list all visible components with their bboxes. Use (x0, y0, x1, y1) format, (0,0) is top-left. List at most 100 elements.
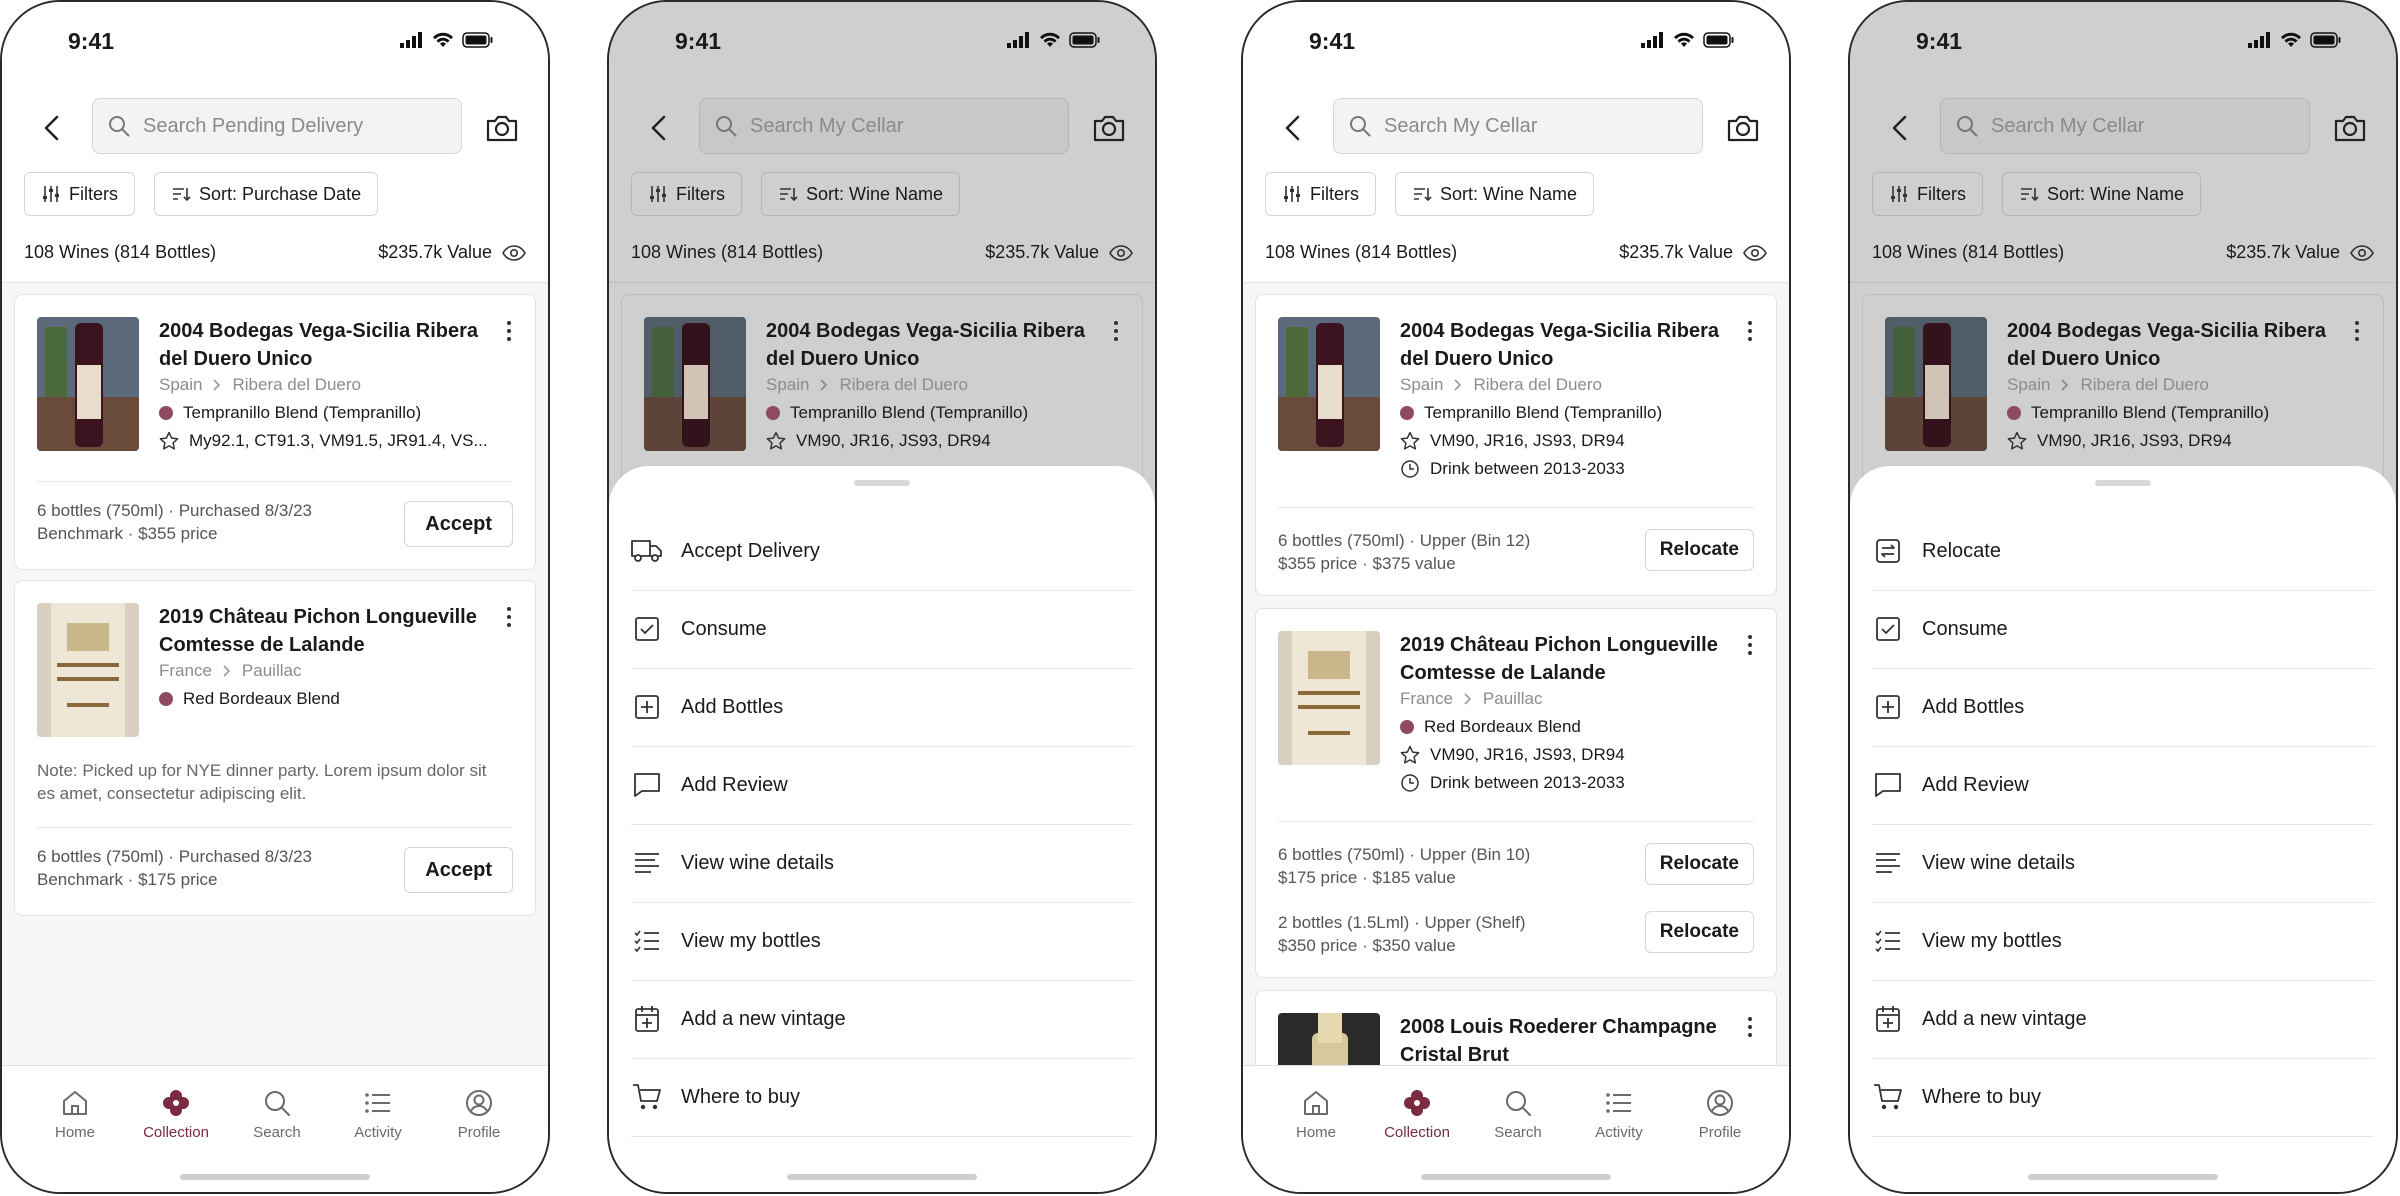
eye-icon[interactable] (502, 244, 526, 262)
menu-view-wine-details[interactable]: View wine details (631, 824, 1133, 903)
sort-icon (173, 188, 191, 202)
activity-icon (365, 1093, 390, 1113)
more-options-icon[interactable] (497, 319, 521, 343)
tab-profile[interactable]: Profile (1675, 1088, 1765, 1141)
tab-home[interactable]: Home (30, 1088, 120, 1141)
camera-button[interactable] (1721, 106, 1765, 150)
tab-home[interactable]: Home (1271, 1088, 1361, 1141)
wine-card[interactable]: 2004 Bodegas Vega-Sicilia Ribera del Due… (1255, 294, 1777, 596)
eye-icon[interactable] (1743, 244, 1767, 262)
accept-button[interactable]: Accept (404, 847, 513, 893)
filters-button[interactable]: Filters (24, 172, 135, 216)
search-input[interactable] (141, 113, 445, 139)
menu-view-wine-details[interactable]: View wine details (1872, 824, 2374, 903)
tab-collection[interactable]: Collection (1372, 1088, 1462, 1141)
sort-button[interactable]: Sort: Wine Name (1395, 172, 1595, 216)
menu-consume[interactable]: Consume (631, 590, 1133, 669)
sliders-icon (650, 186, 666, 202)
tab-label: Activity (1595, 1124, 1643, 1141)
camera-button[interactable] (1087, 106, 1131, 150)
camera-button[interactable] (480, 106, 524, 150)
relocate-button[interactable]: Relocate (1644, 911, 1754, 953)
tab-activity[interactable]: Activity (1574, 1088, 1664, 1141)
wine-country: Spain (2007, 375, 2051, 394)
camera-button[interactable] (2328, 106, 2372, 150)
menu-add-review[interactable]: Add Review (631, 746, 1133, 825)
collection-summary: 108 Wines (814 Bottles) $235.7k Value (1872, 242, 2374, 263)
more-options-icon[interactable] (497, 605, 521, 629)
relocate-button[interactable]: Relocate (1644, 529, 1754, 571)
collection-icon (163, 1090, 189, 1116)
search-icon (1350, 116, 1371, 137)
more-options-icon[interactable] (1104, 319, 1128, 343)
bottle-price: Benchmark · $175 price (37, 870, 218, 889)
sort-button[interactable]: Sort: Wine Name (761, 172, 961, 216)
back-button[interactable] (1878, 106, 1922, 150)
wine-scores: My92.1, CT91.3, VM91.5, JR91.4, VS... (159, 431, 488, 451)
relocate-button[interactable]: Relocate (1644, 843, 1754, 885)
tab-profile[interactable]: Profile (434, 1088, 524, 1141)
menu-add-new-vintage[interactable]: Add a new vintage (631, 980, 1133, 1059)
profile-icon (1707, 1090, 1733, 1116)
tab-search[interactable]: Search (232, 1088, 322, 1141)
more-options-icon[interactable] (1738, 1015, 1762, 1039)
star-icon (159, 431, 179, 450)
bottle-price: $355 price · $375 value (1278, 554, 1456, 573)
sheet-grabber[interactable] (854, 480, 910, 486)
wine-card[interactable]: 2004 Bodegas Vega-Sicilia Ribera del Due… (14, 294, 536, 570)
eye-icon[interactable] (2350, 244, 2374, 262)
accept-button[interactable]: Accept (404, 501, 513, 547)
menu-relocate[interactable]: Relocate (1872, 512, 2374, 591)
back-button[interactable] (1271, 106, 1315, 150)
phone-pending-delivery: 9:41 Filters Sort: Purchase Date 108 Win… (0, 0, 550, 1194)
more-options-icon[interactable] (1738, 633, 1762, 657)
wine-card[interactable]: 2019 Château Pichon Longueville Comtesse… (14, 580, 536, 916)
menu-add-review[interactable]: Add Review (1872, 746, 2374, 825)
search-input[interactable] (1989, 113, 2293, 139)
search-input[interactable] (748, 113, 1052, 139)
more-options-icon[interactable] (2345, 319, 2369, 343)
search-icon (1506, 1091, 1531, 1116)
sort-button[interactable]: Sort: Purchase Date (154, 172, 379, 216)
tab-collection[interactable]: Collection (131, 1088, 221, 1141)
clock-icon (1401, 460, 1419, 478)
status-time: 9:41 (675, 28, 722, 54)
comment-icon (634, 773, 660, 797)
varietal-label: Tempranillo Blend (Tempranillo) (790, 403, 1029, 422)
relocate-icon (1876, 539, 1900, 563)
signal-icon (1641, 32, 1663, 48)
wine-card[interactable]: 2019 Château Pichon Longueville Comtesse… (1255, 608, 1777, 978)
phone-my-cellar: 9:41 Filters Sort: Wine Name 108 Wines (… (1241, 0, 1791, 1194)
home-icon (1304, 1091, 1328, 1115)
tab-label: Search (253, 1124, 301, 1141)
chevron-right-icon (1454, 379, 1462, 391)
sort-label: Sort: Wine Name (2047, 183, 2185, 204)
filters-button[interactable]: Filters (1872, 172, 1983, 216)
back-button[interactable] (30, 106, 74, 150)
filters-button[interactable]: Filters (1265, 172, 1376, 216)
tab-search[interactable]: Search (1473, 1088, 1563, 1141)
filters-button[interactable]: Filters (631, 172, 742, 216)
status-icons (1007, 32, 1101, 48)
menu-add-bottles[interactable]: Add Bottles (1872, 668, 2374, 747)
signal-icon (2248, 32, 2270, 48)
menu-view-my-bottles[interactable]: View my bottles (631, 902, 1133, 981)
camera-icon (1727, 115, 1759, 142)
scores-label: VM90, JR16, JS93, DR94 (1430, 745, 1625, 764)
menu-where-to-buy[interactable]: Where to buy (1872, 1058, 2374, 1137)
menu-add-new-vintage[interactable]: Add a new vintage (1872, 980, 2374, 1059)
sort-button[interactable]: Sort: Wine Name (2002, 172, 2202, 216)
menu-consume[interactable]: Consume (1872, 590, 2374, 669)
tab-activity[interactable]: Activity (333, 1088, 423, 1141)
menu-where-to-buy[interactable]: Where to buy (631, 1058, 1133, 1137)
back-button[interactable] (637, 106, 681, 150)
eye-icon[interactable] (1109, 244, 1133, 262)
menu-accept-delivery[interactable]: Accept Delivery (631, 512, 1133, 591)
tab-label: Collection (143, 1124, 209, 1141)
more-options-icon[interactable] (1738, 319, 1762, 343)
sheet-grabber[interactable] (2095, 480, 2151, 486)
menu-view-my-bottles[interactable]: View my bottles (1872, 902, 2374, 981)
search-input[interactable] (1382, 113, 1686, 139)
menu-add-bottles[interactable]: Add Bottles (631, 668, 1133, 747)
checkbox-icon (635, 617, 659, 641)
